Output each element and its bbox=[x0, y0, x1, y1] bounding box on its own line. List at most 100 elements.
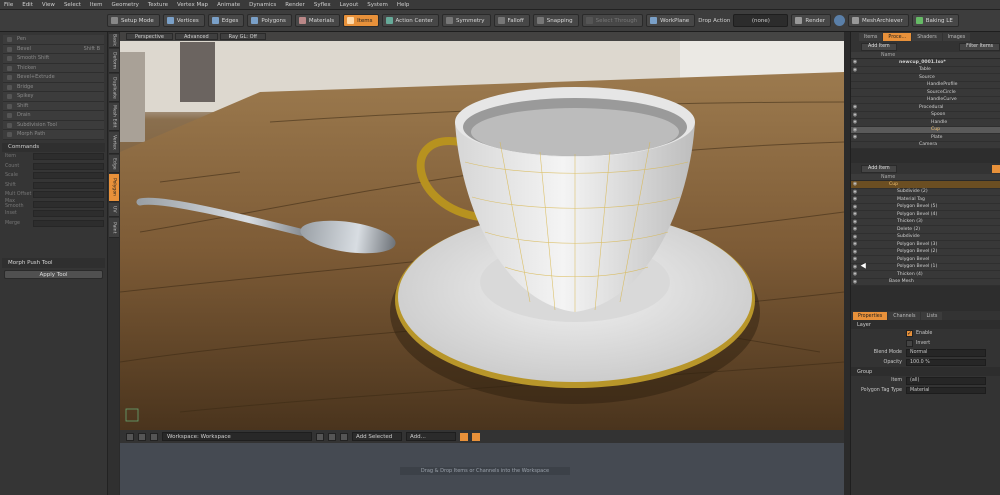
tab-items[interactable]: Items bbox=[859, 33, 883, 41]
tool-bridge[interactable]: Bridge bbox=[3, 82, 104, 92]
add-item-button[interactable]: Add Item bbox=[861, 164, 897, 173]
vtab-mesh-edit[interactable]: Mesh Edit bbox=[109, 103, 119, 131]
eye-icon[interactable]: ◉ bbox=[851, 241, 859, 247]
orange-toggle-icon[interactable] bbox=[992, 164, 1000, 173]
menu-syflex[interactable]: Syflex bbox=[314, 2, 331, 8]
eye-icon[interactable]: ◉ bbox=[851, 219, 859, 225]
workplane-button[interactable]: WorkPlane bbox=[646, 14, 696, 27]
list-item[interactable]: HandleCurve bbox=[851, 96, 1000, 104]
eye-icon[interactable]: ◉ bbox=[851, 104, 859, 110]
blend-mode-select[interactable]: Normal bbox=[906, 349, 986, 357]
mesh-op-item[interactable]: ◉ Polygon Bevel (4) bbox=[851, 211, 1000, 219]
mesh-op-item[interactable]: ◉ Subdivide (2) bbox=[851, 188, 1000, 196]
vtab-edge[interactable]: Edge bbox=[109, 155, 119, 173]
setup-mode-button[interactable]: Setup Mode bbox=[107, 14, 160, 27]
vtab-uv[interactable]: UV bbox=[109, 203, 119, 217]
snapping-button[interactable]: Snapping bbox=[532, 14, 579, 27]
mesh-op-item[interactable]: ◉ Polygon Bevel (3) bbox=[851, 241, 1000, 249]
eye-icon[interactable]: ◉ bbox=[851, 264, 859, 270]
list-item[interactable]: ◉ Spoon bbox=[851, 111, 1000, 119]
tab-images[interactable]: Images bbox=[942, 33, 971, 41]
eye-icon[interactable]: ◉ bbox=[851, 196, 859, 202]
baking-button[interactable]: Baking LE bbox=[911, 14, 959, 27]
view-perspective[interactable]: Perspective bbox=[126, 33, 173, 40]
vtab-basic[interactable]: Basic bbox=[109, 34, 119, 48]
eye-icon[interactable]: ◉ bbox=[851, 234, 859, 240]
polygons-button[interactable]: Polygons bbox=[247, 14, 292, 27]
mesh-op-root[interactable]: ◉ Cup bbox=[851, 181, 1000, 189]
vtab-paint[interactable]: Paint bbox=[109, 218, 119, 238]
eye-icon[interactable]: ◉ bbox=[851, 211, 859, 217]
commands-header[interactable]: Commands bbox=[2, 142, 105, 152]
menu-vertex-map[interactable]: Vertex Map bbox=[177, 2, 208, 8]
tool-bevel[interactable]: Bevel Shift B bbox=[3, 44, 104, 54]
list-item[interactable]: ◉ Plate bbox=[851, 134, 1000, 142]
symmetry-button[interactable]: Symmetry bbox=[442, 14, 491, 27]
action-center-button[interactable]: Action Center bbox=[381, 14, 440, 27]
eye-icon[interactable]: ◉ bbox=[851, 249, 859, 255]
eye-icon[interactable]: ◉ bbox=[851, 226, 859, 232]
workspace-select[interactable]: Workspace: Workspace bbox=[162, 432, 312, 441]
invert-checkbox[interactable] bbox=[906, 339, 913, 347]
menu-system[interactable]: System bbox=[367, 2, 388, 8]
vtab-deform[interactable]: Deform bbox=[109, 49, 119, 73]
menu-edit[interactable]: Edit bbox=[22, 2, 33, 8]
eye-icon[interactable]: ◉ bbox=[851, 127, 859, 133]
mesh-op-item[interactable]: ◉ Polygon Bevel (5) bbox=[851, 203, 1000, 211]
workspace-icon[interactable] bbox=[138, 432, 146, 441]
mesh-op-item[interactable]: ◉ Delete (2) bbox=[851, 226, 1000, 234]
menu-file[interactable]: File bbox=[4, 2, 13, 8]
menu-help[interactable]: Help bbox=[397, 2, 410, 8]
add-button[interactable]: Add... bbox=[406, 432, 456, 441]
list-item[interactable]: HandleProfile bbox=[851, 81, 1000, 89]
menu-dynamics[interactable]: Dynamics bbox=[249, 2, 276, 8]
filter-items-button[interactable]: Filter Items bbox=[959, 42, 1000, 51]
edges-button[interactable]: Edges bbox=[207, 14, 245, 27]
mesh-op-item[interactable]: ◉ Polygon Bevel (1) bbox=[851, 263, 1000, 271]
item-select[interactable]: (all) bbox=[906, 377, 986, 385]
mesharchiever-button[interactable]: MeshArchiever bbox=[848, 14, 909, 27]
drop-action-select[interactable]: (none) bbox=[733, 14, 789, 27]
falloff-button[interactable]: Falloff bbox=[493, 14, 530, 27]
render-button[interactable]: Render bbox=[791, 14, 831, 27]
mesh-op-item[interactable]: ◉ Base Mesh bbox=[851, 278, 1000, 286]
tool-pen[interactable]: Pen bbox=[3, 35, 104, 45]
list-item[interactable]: SourceCircle bbox=[851, 89, 1000, 97]
opacity-field[interactable]: 100.0 % bbox=[906, 358, 986, 366]
3d-viewport[interactable]: Perspective Advanced Ray GL: Off bbox=[120, 32, 844, 430]
menu-select[interactable]: Select bbox=[64, 2, 81, 8]
pin-icon[interactable] bbox=[328, 432, 336, 441]
tool-morph-path[interactable]: Morph Path bbox=[3, 130, 104, 140]
tool-drain[interactable]: Drain bbox=[3, 111, 104, 121]
eye-icon[interactable]: ◉ bbox=[851, 204, 859, 210]
polygon-tag-select[interactable]: Material bbox=[906, 386, 986, 394]
workspace-icon[interactable] bbox=[126, 432, 134, 441]
eye-icon[interactable]: ◉ bbox=[851, 67, 859, 73]
tool-shift[interactable]: Shift bbox=[3, 101, 104, 111]
materials-button[interactable]: Materials bbox=[294, 14, 341, 27]
tab-channels[interactable]: Channels bbox=[888, 312, 921, 320]
eye-icon[interactable]: ◉ bbox=[851, 59, 859, 65]
tab-shaders[interactable]: Shaders bbox=[912, 33, 942, 41]
eye-icon[interactable]: ◉ bbox=[851, 189, 859, 195]
vtab-vertex[interactable]: Vertex bbox=[109, 132, 119, 154]
group-section-header[interactable]: Group bbox=[851, 367, 1000, 376]
items-button[interactable]: Items bbox=[343, 14, 379, 27]
eye-icon[interactable]: ◉ bbox=[851, 119, 859, 125]
grid-icon[interactable] bbox=[316, 432, 324, 441]
tool-thicken[interactable]: Thicken bbox=[3, 63, 104, 73]
view-raygl[interactable]: Ray GL: Off bbox=[219, 33, 266, 40]
apply-tool-button[interactable]: Apply Tool bbox=[4, 270, 103, 279]
eye-icon[interactable]: ◉ bbox=[851, 134, 859, 140]
eye-icon[interactable]: ◉ bbox=[851, 279, 859, 285]
tab-properties[interactable]: Properties bbox=[853, 312, 888, 320]
vtab-duplicate[interactable]: Duplicate bbox=[109, 74, 119, 102]
tab-procedural[interactable]: Proce... bbox=[883, 33, 912, 41]
tool-bevel-extrude[interactable]: Bevel+Extrude bbox=[3, 73, 104, 83]
view-advanced[interactable]: Advanced bbox=[174, 33, 218, 40]
list-item[interactable]: ◉ Procedural bbox=[851, 104, 1000, 112]
scene-render[interactable] bbox=[120, 32, 844, 430]
menu-texture[interactable]: Texture bbox=[148, 2, 168, 8]
select-through-button[interactable]: Select Through bbox=[581, 14, 644, 27]
list-item[interactable]: Source bbox=[851, 74, 1000, 82]
